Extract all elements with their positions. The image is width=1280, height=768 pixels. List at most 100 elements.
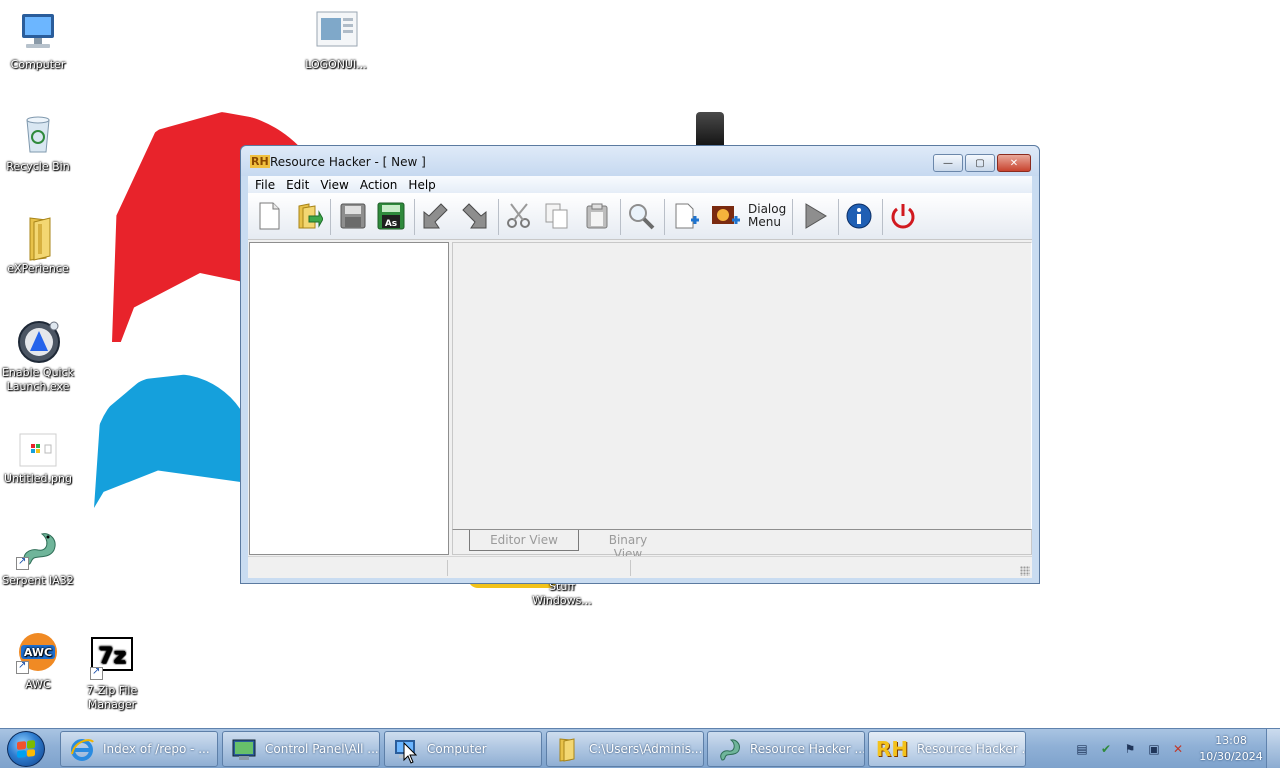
minimize-button[interactable]: — [933, 154, 963, 172]
taskbar-item-control-panel[interactable]: Control Panel\All ... [222, 731, 380, 767]
compile-run-icon [805, 203, 827, 229]
7zip-icon: 7z [90, 636, 134, 680]
dialog-label: Dialog [748, 202, 787, 216]
new-file-icon [259, 202, 280, 230]
forward-button[interactable] [460, 201, 490, 231]
cut-button[interactable] [504, 201, 534, 231]
save-button[interactable] [338, 201, 368, 231]
taskbar-item-label: Computer [427, 742, 487, 756]
7zip-badge-text: 7z [98, 644, 126, 669]
copy-button[interactable] [542, 201, 572, 231]
desktop-icon-serpent-ia32[interactable]: Serpent IA32 [0, 526, 76, 588]
maximize-button[interactable]: ▢ [965, 154, 995, 172]
add-resource-button[interactable] [672, 201, 702, 231]
desktop-icon-label: Recycle Bin [6, 160, 70, 173]
menu-file[interactable]: File [250, 176, 281, 193]
taskbar-item-resource-hacker-1[interactable]: Resource Hacker ... [707, 731, 865, 767]
resource-hacker-icon: RH [875, 736, 909, 762]
menu-action[interactable]: Action [355, 176, 404, 193]
tab-editor-view[interactable]: Editor View [469, 530, 579, 551]
security-shield-icon[interactable]: ✔ [1098, 741, 1114, 757]
desktop-icon-label: Enable Quick Launch.exe [1, 366, 75, 393]
back-button[interactable] [420, 201, 450, 231]
mouse-cursor-icon [403, 742, 417, 764]
find-button[interactable] [626, 201, 656, 231]
taskbar-item-label: Resource Hacker ... [750, 742, 864, 756]
window-file-icon [314, 10, 358, 54]
desktop-icon-logonui[interactable]: LOGONUI... [298, 10, 374, 72]
serpent-icon [16, 526, 60, 570]
show-desktop-button[interactable] [1266, 729, 1280, 768]
save-as-icon: As [377, 202, 405, 230]
new-file-button[interactable] [254, 201, 284, 231]
serpent-icon [716, 736, 742, 762]
taskbar-item-label: Control Panel\All ... [265, 742, 379, 756]
network-icon[interactable]: ▣ [1146, 741, 1162, 757]
desktop-icon-label: Serpent IA32 [2, 574, 74, 587]
add-dialog-menu-button[interactable]: Dialog Menu [748, 201, 788, 231]
resource-hacker-window: RH Resource Hacker - [ New ] — ▢ ✕ File … [240, 145, 1040, 584]
add-image-icon [712, 206, 740, 224]
desktop-icon-enable-quick-launch[interactable]: Enable Quick Launch.exe [0, 318, 76, 394]
action-center-flag-icon[interactable]: ⚑ [1122, 741, 1138, 757]
desktop-icon-computer[interactable]: Computer [0, 10, 76, 72]
menu-help[interactable]: Help [403, 176, 441, 193]
taskbar-item-label: Index of /repo - ... [103, 742, 210, 756]
desktop-icon-awc[interactable]: AWC AWC [0, 630, 76, 692]
awc-icon: AWC [16, 630, 60, 674]
volume-muted-icon[interactable]: ✕ [1170, 741, 1186, 757]
taskbar: Index of /repo - ... Control Panel\All .… [0, 728, 1280, 768]
desktop-icon-stuff-windows[interactable]: Stuff Windows... [524, 580, 600, 608]
taskbar-item-internet-explorer[interactable]: Index of /repo - ... [60, 731, 218, 767]
taskbar-item-explorer-folder[interactable]: C:\Users\Adminis... [546, 731, 704, 767]
menu-edit[interactable]: Edit [281, 176, 315, 193]
menu-bar: File Edit View Action Help [248, 176, 1032, 193]
start-button[interactable] [7, 731, 45, 767]
tab-binary-view[interactable]: Binary View [593, 530, 663, 561]
clock-date: 10/30/2024 [1199, 750, 1263, 763]
desktop-icon-label: Stuff Windows... [532, 580, 592, 607]
wallpaper-blue-shape [94, 374, 254, 508]
view-tabs: Editor View Binary View [452, 529, 1032, 561]
notes-icon[interactable]: ▤ [1074, 741, 1090, 757]
save-icon [340, 203, 366, 229]
desktop-icon-recycle-bin[interactable]: Recycle Bin [0, 112, 76, 174]
desktop-icon-untitled-png[interactable]: Untitled.png [0, 432, 76, 486]
save-as-text: As [385, 219, 397, 229]
image-file-icon [16, 432, 60, 468]
menu-label: Menu [748, 215, 781, 229]
add-image-button[interactable] [710, 201, 740, 231]
open-file-button[interactable] [294, 201, 324, 231]
clock[interactable]: 13:08 10/30/2024 [1196, 733, 1266, 765]
about-button[interactable] [844, 201, 874, 231]
resource-tree-pane[interactable] [249, 242, 449, 555]
status-bar [248, 556, 1032, 578]
taskbar-item-label: Resource Hacker ... [917, 742, 1025, 756]
desktop-icon-7zip[interactable]: 7z 7-Zip File Manager [74, 636, 150, 712]
window-title: Resource Hacker - [ New ] [270, 155, 426, 169]
folder-icon [16, 214, 60, 261]
clock-time: 13:08 [1215, 734, 1247, 747]
internet-explorer-icon [69, 736, 95, 762]
menu-view[interactable]: View [315, 176, 354, 193]
taskbar-item-resource-hacker-2[interactable]: RH Resource Hacker ... [868, 731, 1026, 767]
computer-icon [16, 10, 60, 54]
open-file-icon [298, 203, 323, 229]
title-bar[interactable]: RH Resource Hacker - [ New ] — ▢ ✕ [241, 146, 1039, 176]
paste-button[interactable] [582, 201, 612, 231]
resource-hacker-icon: RH [250, 155, 270, 168]
desktop-icon-label: eXPerience [7, 262, 69, 275]
desktop-icon-label: 7-Zip File Manager [86, 684, 138, 711]
awc-badge-text: AWC [24, 646, 52, 659]
find-icon [629, 204, 655, 230]
exit-button[interactable] [888, 201, 918, 231]
close-button[interactable]: ✕ [997, 154, 1031, 172]
desktop-icon-experience[interactable]: eXPerience [0, 214, 76, 276]
compile-run-button[interactable] [800, 201, 830, 231]
cut-icon [507, 203, 530, 228]
resize-grip[interactable] [1020, 566, 1030, 576]
desktop-phone-icon[interactable] [696, 112, 724, 148]
editor-pane[interactable] [452, 242, 1032, 530]
save-as-button[interactable]: As [376, 201, 406, 231]
desktop-icon-label: Untitled.png [4, 472, 72, 485]
